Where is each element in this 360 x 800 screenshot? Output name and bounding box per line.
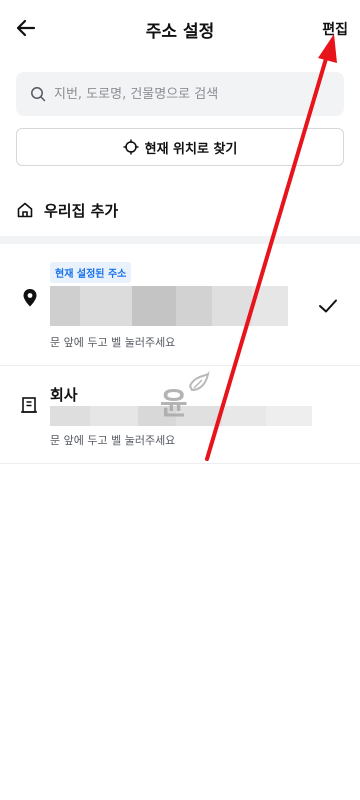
address-text-redacted bbox=[50, 286, 288, 326]
address-item-current[interactable]: 현재 설정된 주소 문 앞에 두고 벨 눌러주세요 bbox=[0, 244, 360, 366]
add-home-label: 우리집 추가 bbox=[44, 201, 119, 220]
section-divider bbox=[0, 236, 360, 244]
watermark-logo: 윤 bbox=[160, 370, 210, 422]
check-icon bbox=[319, 299, 337, 313]
current-location-label: 현재 위치로 찾기 bbox=[144, 141, 238, 157]
delivery-note: 문 앞에 두고 벨 눌러주세요 bbox=[50, 336, 176, 349]
edit-button[interactable]: 편집 bbox=[322, 19, 348, 39]
svg-text:윤: 윤 bbox=[160, 387, 188, 422]
address-name: 회사 bbox=[50, 386, 78, 404]
page-title: 주소 설정 bbox=[145, 22, 215, 42]
search-input[interactable] bbox=[52, 85, 326, 103]
search-icon bbox=[31, 87, 46, 102]
home-icon bbox=[17, 202, 33, 218]
delivery-note: 문 앞에 두고 벨 눌러주세요 bbox=[50, 434, 176, 447]
location-pin-icon bbox=[23, 289, 37, 307]
add-home-button[interactable]: 우리집 추가 bbox=[16, 196, 118, 224]
crosshair-icon bbox=[123, 139, 139, 155]
current-location-button[interactable]: 현재 위치로 찾기 bbox=[16, 128, 344, 166]
header: 주소 설정 편집 bbox=[0, 0, 360, 58]
building-icon bbox=[21, 397, 37, 413]
current-address-badge: 현재 설정된 주소 bbox=[50, 262, 132, 283]
search-box[interactable] bbox=[16, 72, 344, 116]
